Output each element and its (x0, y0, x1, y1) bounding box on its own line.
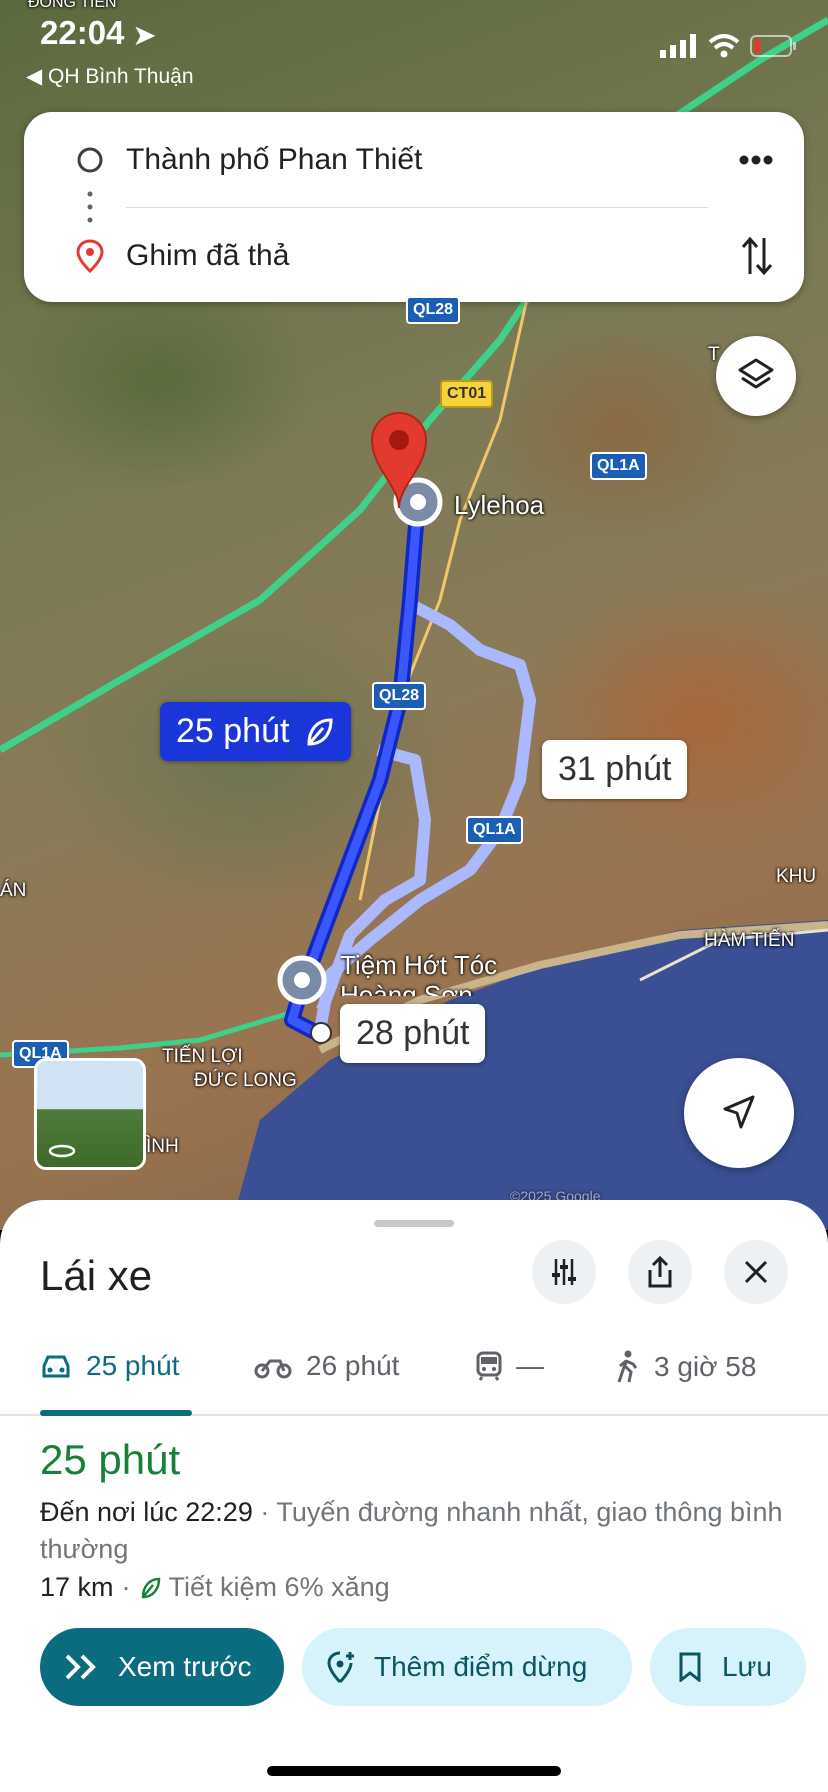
double-chevron-icon (65, 1654, 96, 1680)
place-label: ĐÔNG TIẾN (28, 0, 117, 11)
eco-leaf-icon (141, 1577, 160, 1598)
status-icons (660, 34, 798, 58)
alt-route-time[interactable]: 28 phút (340, 1004, 486, 1063)
add-stop-button[interactable]: Thêm điểm dừng (302, 1628, 632, 1706)
swap-icon[interactable] (740, 234, 774, 278)
directions-search-card: Thành phố Phan Thiết Ghim đã thả (24, 112, 804, 302)
wifi-icon (708, 34, 740, 58)
destination-row[interactable]: Ghim đã thả (24, 216, 804, 296)
tab-motorbike[interactable]: 26 phút (254, 1350, 399, 1382)
road-shield: CT01 (440, 380, 494, 408)
my-location-button[interactable] (684, 1058, 794, 1168)
place-label: TIẾN LỢI (162, 1046, 243, 1067)
close-icon (744, 1260, 768, 1284)
sheet-handle[interactable] (374, 1220, 454, 1227)
road-shield: QL28 (372, 682, 427, 710)
road-shield: QL1A (590, 452, 647, 480)
eco-leaf-icon (307, 717, 333, 746)
share-button[interactable] (628, 1240, 692, 1304)
divider (126, 207, 708, 208)
selected-route-time[interactable]: 25 phút (160, 702, 352, 761)
place-label: ÁN (0, 880, 27, 901)
tab-walking[interactable]: 3 giờ 58 (614, 1350, 756, 1384)
route-duration: 25 phút (40, 1436, 181, 1483)
share-icon (648, 1255, 672, 1288)
battery-icon (750, 35, 796, 57)
motorbike-icon (254, 1359, 292, 1379)
place-label: ĐỨC LONG (194, 1070, 297, 1091)
save-button[interactable]: Lưu (650, 1628, 806, 1706)
origin-row[interactable]: Thành phố Phan Thiết (24, 120, 804, 200)
sheet-title: Lái xe (40, 1252, 153, 1299)
travel-mode-tabs: 25 phút 26 phút — 3 giờ 58 (0, 1328, 828, 1416)
fuel-savings: Tiết kiệm 6% xăng (168, 1572, 390, 1602)
tab-transit[interactable]: — (476, 1350, 544, 1382)
preview-button[interactable]: Xem trước (40, 1628, 284, 1706)
bookmark-icon (679, 1652, 701, 1682)
car-icon (42, 1355, 70, 1378)
layers-button[interactable] (716, 336, 796, 416)
map-view[interactable]: 22:04 ➤ ◀ QH Bình Thuận Thành phố Phan T… (0, 0, 828, 1230)
navigation-arrow-icon (723, 1095, 755, 1129)
place-label: Tiệm Hớt Tóc Hoàng Sơn (340, 950, 498, 996)
360-icon (48, 1144, 76, 1158)
origin-circle-icon (77, 147, 103, 173)
transit-icon (476, 1351, 502, 1381)
road-shield: QL1A (466, 816, 523, 844)
place-label: KHU (776, 866, 817, 887)
place-label: HÀM TIẾN (704, 930, 795, 951)
destination-field[interactable]: Ghim đã thả (126, 239, 289, 273)
place-label: T (708, 344, 720, 365)
layers-icon (738, 358, 774, 389)
more-options-icon[interactable] (738, 154, 774, 166)
active-tab-indicator (40, 1410, 192, 1416)
location-pin-icon (76, 239, 104, 273)
alt-route-time[interactable]: 31 phút (542, 740, 688, 799)
arrival-time: Đến nơi lúc 22:29 (40, 1497, 253, 1527)
route-options-button[interactable] (532, 1240, 596, 1304)
directions-sheet: Lái xe 25 phút 26 phút — 3 giờ 58 25 phú… (0, 1200, 828, 1792)
place-label: Lylehoa (454, 490, 545, 520)
cellular-icon (660, 34, 696, 58)
close-button[interactable] (724, 1240, 788, 1304)
tab-driving[interactable]: 25 phút (40, 1350, 179, 1382)
origin-field[interactable]: Thành phố Phan Thiết (126, 143, 422, 177)
road-shield: QL28 (406, 296, 461, 324)
status-time: 22:04 ➤ (40, 14, 156, 51)
place-label: ÌNH (146, 1136, 179, 1157)
tune-icon (552, 1259, 576, 1285)
route-details: Đến nơi lúc 22:29 · Tuyến đường nhanh nh… (40, 1494, 800, 1568)
route-distance-row: 17 km · Tiết kiệm 6% xăng (40, 1572, 390, 1602)
route-distance: 17 km (40, 1572, 114, 1602)
home-indicator[interactable] (267, 1766, 561, 1776)
add-location-icon (327, 1651, 354, 1684)
street-view-thumbnail[interactable] (34, 1058, 146, 1170)
back-to-app[interactable]: ◀ QH Bình Thuận (26, 64, 194, 89)
walk-icon (617, 1350, 638, 1383)
